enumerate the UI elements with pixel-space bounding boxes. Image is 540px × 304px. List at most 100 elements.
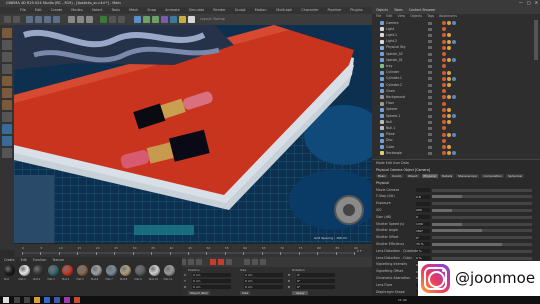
- maximize-button[interactable]: □: [527, 0, 531, 7]
- om-menu-item[interactable]: Edit: [386, 14, 392, 18]
- model-mode-icon[interactable]: [2, 40, 12, 50]
- material-swatch[interactable]: [120, 265, 131, 276]
- attribute-slider[interactable]: [432, 249, 532, 253]
- cinema4d-taskbar-icon[interactable]: [54, 297, 60, 303]
- scene-icon[interactable]: [170, 16, 177, 23]
- om-menu-item[interactable]: Objects: [410, 14, 422, 18]
- scale-key-icon[interactable]: [260, 259, 266, 265]
- attribute-value-field[interactable]: 200: [416, 208, 430, 213]
- move-icon[interactable]: [35, 16, 42, 23]
- material-swatch[interactable]: [47, 265, 59, 276]
- position-key-icon[interactable]: [244, 259, 250, 265]
- material-swatch[interactable]: [149, 265, 160, 276]
- object-tag-icon[interactable]: [447, 76, 451, 81]
- menu-item[interactable]: Tools: [111, 7, 120, 14]
- size-mode-select[interactable]: Size: [240, 291, 251, 295]
- attribute-value-field[interactable]: 0: [416, 215, 430, 220]
- menu-item[interactable]: Select: [92, 7, 103, 14]
- z-axis-icon[interactable]: [86, 16, 93, 23]
- attribute-tab[interactable]: Object: [405, 174, 420, 178]
- object-tag-icon[interactable]: [442, 33, 446, 38]
- visibility-dots-icon[interactable]: [428, 151, 432, 155]
- search-icon[interactable]: [14, 297, 20, 303]
- minimize-button[interactable]: —: [519, 0, 523, 7]
- visibility-dots-icon[interactable]: [428, 102, 432, 106]
- viewport[interactable]: Grid Spacing : 100 cm: [14, 25, 372, 243]
- material-swatch[interactable]: [105, 265, 117, 276]
- object-tag-icon[interactable]: [452, 58, 456, 63]
- photoshop-icon[interactable]: [74, 297, 80, 303]
- attribute-tab[interactable]: Physical: [421, 174, 438, 178]
- object-row[interactable]: Null.1: [372, 125, 532, 131]
- menu-item[interactable]: Mesh: [129, 7, 138, 14]
- object-tag-icon[interactable]: [442, 101, 446, 106]
- visibility-dots-icon[interactable]: [428, 71, 432, 75]
- points-mode-icon[interactable]: [2, 76, 12, 86]
- object-tag-icon[interactable]: [447, 107, 451, 112]
- object-row[interactable]: Light: [372, 26, 532, 32]
- attribute-slider[interactable]: [432, 188, 532, 192]
- texture-mode-icon[interactable]: [2, 52, 12, 62]
- live-selection-icon[interactable]: [26, 16, 33, 23]
- coordinate-field[interactable]: 0 cm: [192, 285, 231, 289]
- object-tag-icon[interactable]: [447, 39, 451, 44]
- browser-icon[interactable]: [44, 297, 50, 303]
- object-row[interactable]: Null: [372, 119, 532, 125]
- menu-item[interactable]: Character: [301, 7, 318, 14]
- menu-item[interactable]: Modes: [71, 7, 82, 14]
- menu-item[interactable]: Edit: [35, 7, 42, 14]
- object-row[interactable]: Cube: [372, 144, 532, 150]
- attribute-value-field[interactable]: [416, 188, 430, 192]
- object-tag-icon[interactable]: [442, 83, 446, 87]
- attribute-slider[interactable]: [432, 208, 532, 212]
- om-menu-item[interactable]: View: [398, 14, 406, 18]
- object-tag-icon[interactable]: [442, 138, 446, 143]
- object-row[interactable]: Rectangle: [372, 150, 532, 156]
- app-icon[interactable]: [64, 297, 70, 303]
- visibility-dots-icon[interactable]: [428, 33, 432, 37]
- attribute-slider[interactable]: [432, 236, 532, 240]
- attribute-slider[interactable]: [432, 215, 532, 219]
- next-frame-icon[interactable]: [188, 259, 194, 265]
- object-tag-icon[interactable]: [447, 33, 451, 38]
- deformer-icon[interactable]: [161, 16, 168, 23]
- material-swatch[interactable]: [18, 265, 30, 276]
- go-to-end-icon[interactable]: [196, 259, 202, 265]
- attribute-slider[interactable]: [432, 242, 532, 246]
- attribute-value-field[interactable]: 0°: [416, 235, 430, 240]
- tab-takes[interactable]: Takes: [394, 7, 403, 14]
- visibility-dots-icon[interactable]: [428, 64, 432, 68]
- visibility-dots-icon[interactable]: [428, 89, 432, 93]
- object-tag-icon[interactable]: [442, 89, 446, 94]
- spline-icon[interactable]: [143, 16, 150, 23]
- object-tag-icon[interactable]: [447, 114, 451, 118]
- visibility-dots-icon[interactable]: [428, 21, 432, 25]
- object-tag-icon[interactable]: [442, 64, 446, 69]
- visibility-dots-icon[interactable]: [428, 40, 432, 44]
- object-row[interactable]: Chain: [372, 88, 532, 94]
- attribute-value-field[interactable]: 180°: [416, 228, 430, 233]
- object-tag-icon[interactable]: [442, 145, 446, 149]
- material-swatch[interactable]: [134, 265, 146, 276]
- om-menu-item[interactable]: Tags: [427, 14, 434, 18]
- object-tag-icon[interactable]: [452, 39, 456, 44]
- visibility-dots-icon[interactable]: [428, 95, 432, 99]
- attribute-value-field[interactable]: 1/30: [416, 222, 430, 226]
- object-row[interactable]: lipstick_02: [372, 51, 532, 57]
- attribute-tab[interactable]: Coord.: [389, 174, 404, 178]
- attribute-slider[interactable]: [432, 256, 532, 260]
- visibility-dots-icon[interactable]: [428, 52, 432, 56]
- attribute-slider[interactable]: [432, 222, 532, 226]
- visibility-dots-icon[interactable]: [428, 27, 432, 31]
- object-tag-icon[interactable]: [452, 151, 456, 156]
- object-row[interactable]: Camera: [372, 20, 532, 26]
- material-swatch[interactable]: [163, 265, 175, 276]
- object-tag-icon[interactable]: [442, 151, 446, 156]
- menu-item[interactable]: MoGraph: [276, 7, 292, 14]
- object-tag-icon[interactable]: [442, 58, 446, 63]
- object-tag-icon[interactable]: [442, 39, 446, 44]
- attribute-value-field[interactable]: 70 %: [416, 242, 430, 247]
- object-tag-icon[interactable]: [442, 70, 446, 75]
- tab-content-browser[interactable]: Content Browser: [409, 7, 436, 14]
- attribute-tab[interactable]: Stereoscopic: [456, 174, 480, 178]
